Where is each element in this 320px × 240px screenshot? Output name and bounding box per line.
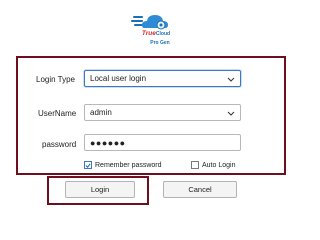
brand-name-part1: True xyxy=(141,30,156,37)
auto-login-checkbox[interactable]: Auto Login xyxy=(191,161,235,169)
password-field[interactable]: ●●●●●● xyxy=(84,134,241,151)
login-button[interactable]: Login xyxy=(65,181,135,198)
chevron-down-icon xyxy=(227,111,235,116)
remember-password-label: Remember password xyxy=(95,161,162,169)
brand-name: TrueCloud xyxy=(126,30,186,38)
password-value: ●●●●●● xyxy=(90,137,126,148)
checkbox-checked-icon xyxy=(84,161,92,169)
checkbox-unchecked-icon xyxy=(191,161,199,169)
brand-name-part2: Cloud xyxy=(155,31,171,37)
username-select[interactable]: admin xyxy=(84,104,241,121)
cancel-button[interactable]: Cancel xyxy=(163,181,237,198)
remember-password-checkbox[interactable]: Remember password xyxy=(84,161,162,169)
username-value: admin xyxy=(90,108,112,117)
login-type-value: Local user login xyxy=(90,74,147,83)
auto-login-label: Auto Login xyxy=(202,161,236,169)
password-label: password xyxy=(42,140,77,149)
chevron-down-icon xyxy=(227,77,235,82)
username-label: UserName xyxy=(38,109,77,118)
brand-subtitle: Pro Gen xyxy=(150,40,170,46)
login-type-label: Login Type xyxy=(36,75,75,84)
login-type-select[interactable]: Local user login xyxy=(84,70,241,87)
